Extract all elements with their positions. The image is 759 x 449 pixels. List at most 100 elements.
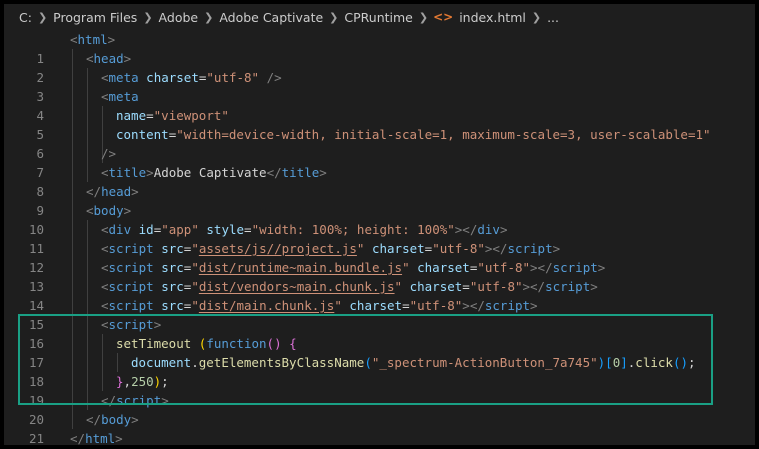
line-source: /> [101, 146, 117, 161]
indent-guide [87, 353, 88, 372]
indent-guide [87, 315, 88, 334]
code-line: 2 <head> [4, 49, 755, 85]
indent-guide [87, 296, 88, 315]
indent-guide [87, 106, 88, 125]
line-source: <title>Adobe Captivate</title> [101, 165, 327, 180]
line-source: <script src="dist/vendors~main.chunk.js"… [101, 279, 598, 294]
indent-guide [102, 125, 103, 144]
indent-guide [72, 391, 73, 410]
indent-guide [72, 277, 73, 296]
breadcrumb-item-adobe[interactable]: Adobe [158, 10, 200, 25]
code-line: 17 setTimeout (function() { [4, 334, 755, 370]
line-source: </script> [101, 393, 169, 408]
line-source: document.getElementsByClassName("_spectr… [131, 355, 696, 370]
indent-guide [72, 163, 73, 182]
code-line: 9 </head> [4, 182, 755, 218]
code-line: 16 <script> [4, 315, 755, 351]
line-source: </html> [70, 431, 123, 445]
indent-guide [87, 220, 88, 239]
code-line: 3 <meta charset="utf-8" /> [4, 68, 755, 104]
indent-guide [87, 68, 88, 87]
line-source: <body> [86, 203, 132, 218]
line-source: <html> [70, 32, 116, 47]
indent-guide [72, 106, 73, 125]
breadcrumb-item-file[interactable]: index.html [458, 10, 527, 25]
line-source: },250); [116, 374, 169, 389]
line-source: <meta [101, 89, 139, 104]
editor-window: C: ❯ Program Files ❯ Adobe ❯ Adobe Capti… [4, 4, 755, 445]
breadcrumb-item-more[interactable]: ... [546, 10, 560, 25]
indent-guide [72, 125, 73, 144]
breadcrumb-item-drive[interactable]: C: [18, 10, 33, 25]
indent-guide [87, 334, 88, 353]
code-line: 22 </html> [4, 429, 755, 445]
code-line: 19 },250); [4, 372, 755, 408]
chevron-right-icon: ❯ [329, 10, 339, 24]
breadcrumb: C: ❯ Program Files ❯ Adobe ❯ Adobe Capti… [4, 4, 755, 30]
line-source: content="width=device-width, initial-sca… [116, 127, 711, 142]
indent-guide [72, 87, 73, 106]
line-source: setTimeout (function() { [116, 336, 297, 351]
line-source: <script src="dist/runtime~main.bundle.js… [101, 260, 606, 275]
code-line: 8 <title>Adobe Captivate</title> [4, 163, 755, 199]
code-line: 18 document.getElementsByClassName("_spe… [4, 353, 755, 389]
indent-guide [102, 334, 103, 353]
indent-guide [102, 106, 103, 125]
indent-guide [87, 372, 88, 391]
breadcrumb-item-program-files[interactable]: Program Files [52, 10, 138, 25]
chevron-right-icon: ❯ [204, 10, 214, 24]
html-file-icon: <> [433, 10, 454, 24]
code-line: 20 </script> [4, 391, 755, 427]
line-source: name="viewport" [116, 108, 229, 123]
code-line: 21 </body> [4, 410, 755, 445]
indent-guide [72, 201, 73, 220]
indent-guide [72, 410, 73, 429]
indent-guide [87, 163, 88, 182]
code-line: 7 /> [4, 144, 755, 180]
indent-guide [72, 258, 73, 277]
line-source: <div id="app" style="width: 100%; height… [101, 222, 508, 237]
code-line: 15 <script src="dist/main.chunk.js" char… [4, 296, 755, 332]
chevron-right-icon: ❯ [531, 10, 542, 24]
breadcrumb-item-adobe-captivate[interactable]: Adobe Captivate [218, 10, 324, 25]
indent-guide [87, 391, 88, 410]
indent-guide [87, 144, 88, 163]
indent-guide [72, 315, 73, 334]
line-source: </body> [86, 412, 139, 427]
line-source: <meta charset="utf-8" /> [101, 70, 282, 85]
indent-guide [87, 258, 88, 277]
indent-guide [117, 353, 118, 372]
indent-guide [72, 144, 73, 163]
indent-guide [87, 125, 88, 144]
line-source: <script> [101, 317, 162, 332]
code-line: 12 <script src="assets/js//project.js" c… [4, 239, 755, 275]
code-line: 13 <script src="dist/runtime~main.bundle… [4, 258, 755, 294]
indent-guide [72, 372, 73, 391]
code-line: 5 name="viewport" [4, 106, 755, 142]
line-source: <head> [86, 51, 132, 66]
code-line: 14 <script src="dist/vendors~main.chunk.… [4, 277, 755, 313]
code-line: 6 content="width=device-width, initial-s… [4, 125, 755, 161]
code-area[interactable]: 1 <html> 2 <head> 3 <meta charset="utf-8… [4, 30, 755, 445]
line-source: <script src="assets/js//project.js" char… [101, 241, 561, 256]
chevron-right-icon: ❯ [418, 10, 429, 24]
code-line: 1 <html> [4, 30, 755, 66]
line-source: </head> [86, 184, 139, 199]
indent-guide [102, 353, 103, 372]
indent-guide [72, 353, 73, 372]
breadcrumb-item-cpruntime[interactable]: CPRuntime [343, 10, 413, 25]
indent-guide [72, 239, 73, 258]
indent-guide [87, 277, 88, 296]
indent-guide [72, 49, 73, 68]
indent-guide [102, 372, 103, 391]
line-source: <script src="dist/main.chunk.js" charset… [101, 298, 538, 313]
indent-guide [72, 296, 73, 315]
chevron-right-icon: ❯ [143, 10, 153, 24]
indent-guide [72, 68, 73, 87]
indent-guide [87, 239, 88, 258]
chevron-right-icon: ❯ [37, 10, 48, 24]
indent-guide [87, 87, 88, 106]
indent-guide [72, 220, 73, 239]
code-line: 10 <body> [4, 201, 755, 237]
code-line: 4 <meta [4, 87, 755, 123]
